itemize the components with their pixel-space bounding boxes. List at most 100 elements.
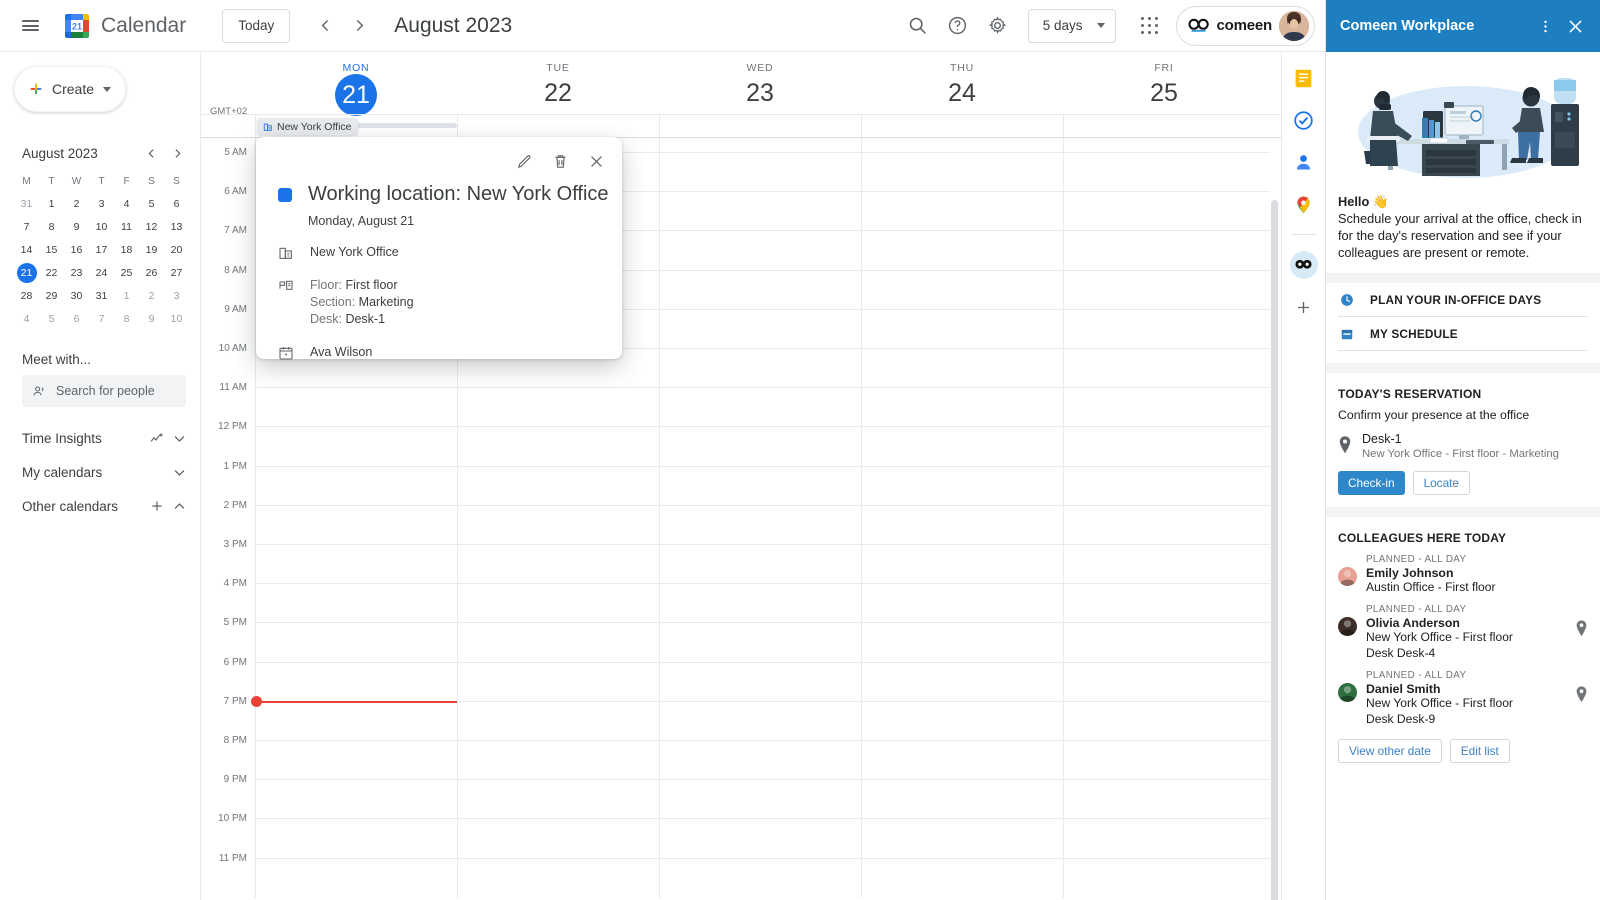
previous-period-button[interactable] xyxy=(308,9,342,43)
comeen-icon[interactable] xyxy=(1289,251,1318,279)
mini-calendar-day[interactable]: 29 xyxy=(39,284,64,307)
mini-calendar-day[interactable]: 8 xyxy=(39,215,64,238)
mini-calendar-day[interactable]: 10 xyxy=(164,307,189,330)
pencil-icon[interactable] xyxy=(508,145,540,177)
mini-calendar-day[interactable]: 14 xyxy=(14,238,39,261)
search-icon[interactable] xyxy=(898,6,938,46)
day-header-thu[interactable]: THU 24 xyxy=(861,52,1063,110)
calendar-scrollbar[interactable] xyxy=(1271,200,1278,900)
day-column-23[interactable] xyxy=(659,138,861,898)
gear-icon[interactable] xyxy=(978,6,1018,46)
mini-calendar-day[interactable]: 25 xyxy=(114,261,139,284)
mini-calendar-day[interactable]: 2 xyxy=(139,284,164,307)
mini-calendar-day[interactable]: 7 xyxy=(89,307,114,330)
locate-button[interactable]: Locate xyxy=(1412,470,1470,495)
day-header-mon[interactable]: MON 21 xyxy=(255,52,457,116)
day-header-wed[interactable]: WED 23 xyxy=(659,52,861,110)
search-people-input[interactable]: Search for people xyxy=(22,375,186,407)
mini-calendar-day[interactable]: 23 xyxy=(64,261,89,284)
maps-icon[interactable] xyxy=(1290,190,1318,218)
mini-calendar-prev-button[interactable] xyxy=(138,140,164,166)
chevron-down-icon[interactable] xyxy=(168,427,190,449)
mini-calendar-day[interactable]: 12 xyxy=(139,215,164,238)
mini-calendar-day[interactable]: 31 xyxy=(89,284,114,307)
contacts-icon[interactable] xyxy=(1290,148,1318,176)
mini-calendar-day[interactable]: 1 xyxy=(39,192,64,215)
mini-calendar-day[interactable]: 22 xyxy=(39,261,64,284)
mini-calendar-day[interactable]: 9 xyxy=(64,215,89,238)
mini-calendar-day[interactable]: 13 xyxy=(164,215,189,238)
tasks-icon[interactable] xyxy=(1290,106,1318,134)
mini-calendar-day[interactable]: 6 xyxy=(164,192,189,215)
mini-calendar-day[interactable]: 8 xyxy=(114,307,139,330)
mini-calendar-day[interactable]: 16 xyxy=(64,238,89,261)
mini-calendar-day[interactable]: 7 xyxy=(14,215,39,238)
mini-calendar-day[interactable]: 31 xyxy=(14,192,39,215)
mini-calendar-day[interactable]: 21 xyxy=(14,261,39,284)
location-pin-icon[interactable] xyxy=(1575,686,1588,706)
mini-calendar-day[interactable]: 4 xyxy=(114,192,139,215)
mini-calendar-day[interactable]: 28 xyxy=(14,284,39,307)
avatar[interactable] xyxy=(1279,10,1309,41)
colleague-list-item[interactable]: PLANNED - ALL DAY Daniel Smith New York Of… xyxy=(1338,670,1588,727)
mini-calendar-day[interactable]: 5 xyxy=(139,192,164,215)
mini-calendar-day[interactable]: 5 xyxy=(39,307,64,330)
today-button[interactable]: Today xyxy=(222,8,291,43)
panel-nav-my-schedule[interactable]: MY SCHEDULE xyxy=(1338,317,1588,351)
mini-calendar-day[interactable]: 6 xyxy=(64,307,89,330)
more-vertical-icon[interactable] xyxy=(1530,11,1560,41)
mini-calendar-next-button[interactable] xyxy=(164,140,190,166)
mini-calendar-day[interactable]: 30 xyxy=(64,284,89,307)
mini-calendar-day[interactable]: 19 xyxy=(139,238,164,261)
day-header-tue[interactable]: TUE 22 xyxy=(457,52,659,110)
day-column-24[interactable] xyxy=(861,138,1063,898)
mini-calendar-day[interactable]: 9 xyxy=(139,307,164,330)
sidebar-item-time-insights[interactable]: Time Insights xyxy=(22,421,190,455)
sidebar-item-my-calendars[interactable]: My calendars xyxy=(22,455,190,489)
mini-calendar-day[interactable]: 10 xyxy=(89,215,114,238)
mini-calendar-day[interactable]: 20 xyxy=(164,238,189,261)
all-day-event-chip[interactable]: New York Office xyxy=(257,118,358,135)
location-pin-icon[interactable] xyxy=(1575,620,1588,640)
mini-calendar-body[interactable]: 31 1 2 3 4 5 6 7 8 9 10 11 12 13 14 15 16 17 18 19 20 21 22 23 2… xyxy=(14,192,189,330)
trash-icon[interactable] xyxy=(544,145,576,177)
day-column-25[interactable] xyxy=(1063,138,1265,898)
mini-calendar-day[interactable]: 26 xyxy=(139,261,164,284)
next-period-button[interactable] xyxy=(342,9,376,43)
mini-calendar-day[interactable]: 4 xyxy=(14,307,39,330)
keep-icon[interactable] xyxy=(1290,64,1318,92)
close-icon[interactable] xyxy=(1560,11,1590,41)
panel-nav-plan-days[interactable]: PLAN YOUR IN-OFFICE DAYS xyxy=(1338,283,1588,317)
mini-calendar-day[interactable]: 3 xyxy=(164,284,189,307)
mini-calendar-day[interactable]: 24 xyxy=(89,261,114,284)
mini-calendar-day[interactable]: 2 xyxy=(64,192,89,215)
mini-calendar-day[interactable]: 15 xyxy=(39,238,64,261)
mini-calendar-day[interactable]: 3 xyxy=(89,192,114,215)
colleague-list-item[interactable]: PLANNED - ALL DAY Olivia Anderson New York… xyxy=(1338,604,1588,661)
mini-calendar-day[interactable]: 17 xyxy=(89,238,114,261)
plus-icon[interactable] xyxy=(146,495,168,517)
mini-calendar-day[interactable]: 11 xyxy=(114,215,139,238)
mini-calendar-day[interactable]: 1 xyxy=(114,284,139,307)
edit-list-button[interactable]: Edit list xyxy=(1449,739,1510,763)
create-button[interactable]: Create xyxy=(14,66,126,112)
close-icon[interactable] xyxy=(580,145,612,177)
chevron-up-icon[interactable] xyxy=(168,495,190,517)
day-header-fri[interactable]: FRI 25 xyxy=(1063,52,1265,110)
help-icon[interactable] xyxy=(938,6,978,46)
sidebar-item-other-calendars[interactable]: Other calendars xyxy=(22,489,190,523)
mini-calendar[interactable]: MTWTFSS 31 1 2 3 4 5 6 7 8 9 10 11 12 13 14 15 16 17 18 19 2… xyxy=(14,170,189,330)
colleague-list-item[interactable]: PLANNED - ALL DAY Emily Johnson Austin Off… xyxy=(1338,554,1588,596)
hour-label: 10 AM xyxy=(218,343,247,354)
check-in-button[interactable]: Check-in xyxy=(1338,470,1405,495)
mini-calendar-day[interactable]: 18 xyxy=(114,238,139,261)
apps-grid-icon[interactable] xyxy=(1130,6,1170,46)
hamburger-icon[interactable] xyxy=(10,6,50,46)
all-day-row[interactable]: New York Office xyxy=(201,114,1281,138)
add-app-icon[interactable] xyxy=(1290,293,1318,321)
account-pill[interactable]: comeen xyxy=(1175,5,1315,46)
mini-calendar-day[interactable]: 27 xyxy=(164,261,189,284)
chevron-down-icon[interactable] xyxy=(168,461,190,483)
view-other-date-button[interactable]: View other date xyxy=(1338,739,1442,763)
view-selector[interactable]: 5 days xyxy=(1027,8,1116,43)
